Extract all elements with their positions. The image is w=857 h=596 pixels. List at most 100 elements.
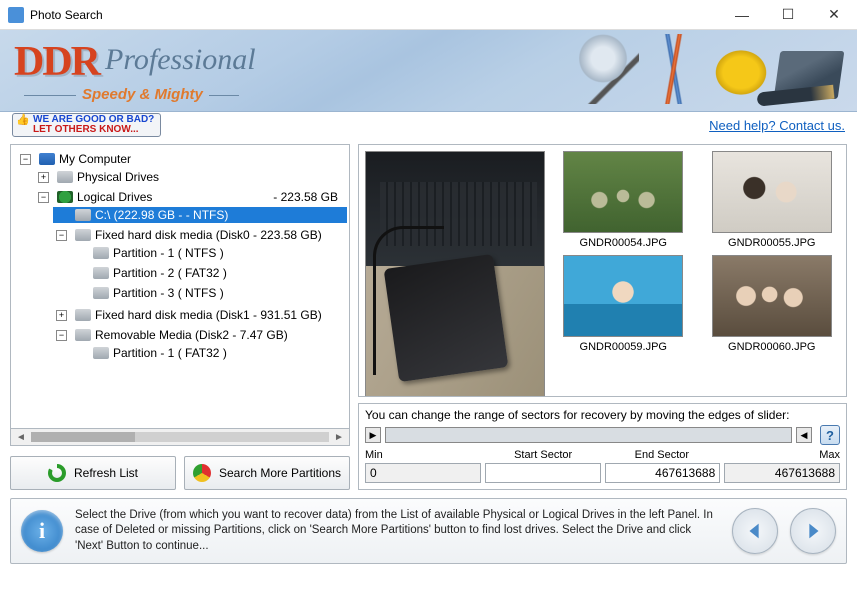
drive-icon: [57, 171, 73, 183]
scroll-left-icon[interactable]: ◄: [13, 432, 29, 443]
thumbnail-grid: GNDR00054.JPG GNDR00055.JPG GNDR00059.JP…: [555, 151, 840, 390]
refresh-list-button[interactable]: Refresh List: [10, 456, 176, 490]
window-controls: — ☐ ✕: [719, 0, 857, 30]
label-start: Start Sector: [484, 449, 603, 461]
globe-icon: [57, 191, 73, 203]
titlebar: Photo Search — ☐ ✕: [0, 0, 857, 30]
scroll-thumb[interactable]: [31, 432, 329, 442]
feedback-badge[interactable]: WE ARE GOOD OR BAD? LET OTHERS KNOW...: [12, 113, 161, 137]
preview-area: GNDR00054.JPG GNDR00055.JPG GNDR00059.JP…: [358, 144, 847, 397]
thumbnail[interactable]: GNDR00055.JPG: [704, 151, 841, 249]
drive-icon: [75, 209, 91, 221]
drive-tree[interactable]: − My Computer + Physical Drives: [10, 144, 350, 429]
maximize-button[interactable]: ☐: [765, 0, 811, 30]
thumbnail-image: [563, 255, 683, 337]
left-buttons: Refresh List Search More Partitions: [10, 456, 350, 490]
tree-removable-disk2[interactable]: − Removable Media (Disk2 - 7.47 GB): [53, 327, 347, 343]
thumbnail-image: [712, 151, 832, 233]
expand-icon[interactable]: +: [56, 310, 67, 321]
collapse-icon[interactable]: −: [56, 230, 67, 241]
large-preview-image: [365, 151, 545, 397]
collapse-icon[interactable]: −: [56, 330, 67, 341]
label-max: Max: [721, 449, 840, 461]
tree-drive-c[interactable]: C:\ (222.98 GB - - NTFS): [53, 207, 347, 223]
collapse-icon[interactable]: −: [20, 154, 31, 165]
thumbnail-filename: GNDR00060.JPG: [704, 341, 841, 353]
end-sector-field[interactable]: [605, 463, 721, 483]
logo-sub: Professional: [105, 43, 256, 76]
drive-icon: [75, 309, 91, 321]
sub-toolbar: WE ARE GOOD OR BAD? LET OTHERS KNOW... N…: [0, 112, 857, 138]
next-button[interactable]: [790, 508, 836, 554]
computer-icon: [39, 153, 55, 165]
tagline: Speedy & Mighty: [82, 86, 203, 103]
refresh-icon: [48, 464, 66, 482]
button-label: Refresh List: [74, 466, 138, 480]
left-panel: − My Computer + Physical Drives: [10, 144, 350, 490]
app-icon: [8, 7, 24, 23]
sector-labels: Min Start Sector End Sector Max: [365, 449, 840, 461]
button-label: Search More Partitions: [219, 466, 341, 480]
slider-track[interactable]: [385, 427, 792, 443]
right-panel: GNDR00054.JPG GNDR00055.JPG GNDR00059.JP…: [358, 144, 847, 490]
slider-left-handle[interactable]: ▶: [365, 427, 381, 443]
start-sector-field[interactable]: [485, 463, 601, 483]
pie-icon: [193, 464, 211, 482]
label-min: Min: [365, 449, 484, 461]
tree-root[interactable]: − My Computer: [17, 151, 347, 167]
tree-label: Partition - 2 ( FAT32 ): [113, 266, 227, 280]
tree-logical-drives[interactable]: − Logical Drives - 223.58 GB: [35, 189, 347, 205]
tree-hscrollbar[interactable]: ◄ ►: [10, 429, 350, 446]
help-icon[interactable]: ?: [820, 425, 840, 445]
thumbnail[interactable]: GNDR00054.JPG: [555, 151, 692, 249]
slider-right-handle[interactable]: ◀: [796, 427, 812, 443]
tree-label: Physical Drives: [77, 170, 159, 184]
close-button[interactable]: ✕: [811, 0, 857, 30]
thumbnail-image: [712, 255, 832, 337]
tree-fixed-disk0[interactable]: − Fixed hard disk media (Disk0 - 223.58 …: [53, 227, 347, 243]
tree-fixed-disk1[interactable]: + Fixed hard disk media (Disk1 - 931.51 …: [53, 307, 347, 323]
footer-bar: i Select the Drive (from which you want …: [10, 498, 847, 564]
thumbnail-filename: GNDR00059.JPG: [555, 341, 692, 353]
max-sector-field: [724, 463, 840, 483]
tree-label: Fixed hard disk media (Disk1 - 931.51 GB…: [95, 308, 322, 322]
info-icon: i: [21, 510, 63, 552]
label-end: End Sector: [603, 449, 722, 461]
help-link[interactable]: Need help? Contact us.: [709, 118, 845, 133]
scroll-right-icon[interactable]: ►: [331, 432, 347, 443]
thumbnail[interactable]: GNDR00059.JPG: [555, 255, 692, 353]
tree-partition[interactable]: Partition - 3 ( NTFS ): [71, 285, 347, 301]
drive-icon: [93, 247, 109, 259]
arrow-left-icon: [744, 520, 766, 542]
minimize-button[interactable]: —: [719, 0, 765, 30]
tree-partition[interactable]: Partition - 1 ( NTFS ): [71, 245, 347, 261]
main-area: − My Computer + Physical Drives: [0, 138, 857, 490]
tree-partition[interactable]: Partition - 2 ( FAT32 ): [71, 265, 347, 281]
back-button[interactable]: [732, 508, 778, 554]
sector-slider: ▶ ◀ ?: [365, 425, 840, 445]
tree-physical-drives[interactable]: + Physical Drives: [35, 169, 347, 185]
drive-icon: [93, 287, 109, 299]
thumbnail[interactable]: GNDR00060.JPG: [704, 255, 841, 353]
logo-main: DDR: [14, 39, 99, 85]
tree-label: Logical Drives: [77, 190, 152, 204]
window-title: Photo Search: [30, 8, 719, 22]
search-more-partitions-button[interactable]: Search More Partitions: [184, 456, 350, 490]
tree-label: Partition - 1 ( FAT32 ): [113, 346, 227, 360]
tree-partition[interactable]: Partition - 1 ( FAT32 ): [71, 345, 347, 361]
thumbnail-filename: GNDR00054.JPG: [555, 237, 692, 249]
drive-icon: [93, 267, 109, 279]
header-banner: DDRProfessional Speedy & Mighty: [0, 30, 857, 112]
sector-inputs: [365, 463, 840, 483]
sector-description: You can change the range of sectors for …: [365, 408, 840, 422]
banner-graphics: [579, 34, 841, 104]
feedback-line2: LET OTHERS KNOW...: [33, 125, 154, 135]
tree-label: Partition - 3 ( NTFS ): [113, 286, 224, 300]
tree-label: Removable Media (Disk2 - 7.47 GB): [95, 328, 288, 342]
sector-range-panel: You can change the range of sectors for …: [358, 403, 847, 490]
footer-instructions: Select the Drive (from which you want to…: [75, 508, 720, 555]
screwdriver-icon: [645, 34, 705, 104]
collapse-icon[interactable]: −: [38, 192, 49, 203]
expand-icon[interactable]: +: [38, 172, 49, 183]
logo: DDRProfessional: [14, 38, 256, 86]
